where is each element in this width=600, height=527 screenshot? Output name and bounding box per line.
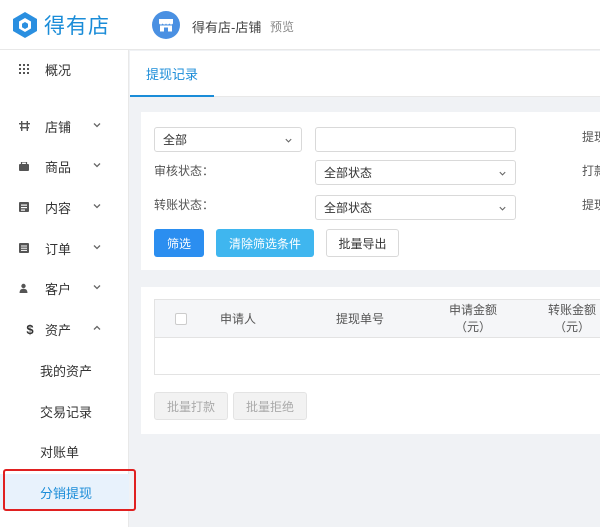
batch-pay-button[interactable]: 批量打款 xyxy=(154,392,228,420)
column-label: 转账金额 xyxy=(547,303,596,317)
withdraw-label-2: 提现 xyxy=(582,198,600,212)
chevron-down-icon xyxy=(499,206,506,211)
type-select-value: 全部 xyxy=(163,133,188,147)
column-withdraw-no: 提现单号 xyxy=(325,300,395,338)
audit-status-select[interactable]: 全部状态 xyxy=(315,160,516,185)
sidebar: 概况 店铺 商品 内容 订单 客户 $ 资产 我的资产 交易记录 对账单 分销提… xyxy=(0,50,129,527)
sidebar-item-shop[interactable]: 店铺 xyxy=(0,108,129,144)
sidebar-subitem-distribution-withdraw[interactable]: 分销提现 xyxy=(0,474,129,510)
column-label: 申请人 xyxy=(219,311,256,326)
content-icon xyxy=(0,202,41,212)
audit-status-label: 审核状态： xyxy=(154,164,215,178)
withdraw-table: 申请人 提现单号 申请金额 （元） 转账金额 （元） xyxy=(154,299,600,375)
clear-filters-button[interactable]: 清除筛选条件 xyxy=(216,229,314,257)
order-icon xyxy=(0,243,41,253)
sidebar-item-order[interactable]: 订单 xyxy=(0,230,129,266)
transfer-status-select[interactable]: 全部状态 xyxy=(315,195,516,220)
chevron-down-icon xyxy=(93,204,101,209)
column-transfer-amount: 转账金额 （元） xyxy=(537,300,600,338)
withdraw-table-panel: 申请人 提现单号 申请金额 （元） 转账金额 （元） 批量打款 批量拒绝 xyxy=(141,287,600,434)
preview-link[interactable]: 预览 xyxy=(270,18,294,35)
chevron-down-icon xyxy=(285,138,292,143)
batch-reject-button[interactable]: 批量拒绝 xyxy=(233,392,307,420)
sidebar-subitem-statements[interactable]: 对账单 xyxy=(0,433,129,469)
filter-button[interactable]: 筛选 xyxy=(154,229,204,257)
sidebar-item-label: 店铺 xyxy=(45,119,72,135)
transfer-status-value: 全部状态 xyxy=(324,201,373,215)
filter-panel: 全部 提现 审核状态： 全部状态 打款 转账状态： 全部状态 提现 筛选 清除筛… xyxy=(141,112,600,270)
batch-export-button[interactable]: 批量导出 xyxy=(326,229,399,257)
sidebar-item-label: 订单 xyxy=(45,241,72,257)
top-bar: 得有店 得有店-店铺 预览 xyxy=(0,0,600,50)
tab-bar: 提现记录 xyxy=(130,51,600,97)
column-applicant: 申请人 xyxy=(207,300,269,338)
dollar-icon: $ xyxy=(26,321,34,337)
select-all-checkbox[interactable] xyxy=(175,313,187,325)
chevron-down-icon xyxy=(93,163,101,168)
sidebar-item-assets[interactable]: $ 资产 xyxy=(0,311,129,347)
logo-icon xyxy=(13,12,37,38)
column-unit: （元） xyxy=(454,320,491,334)
grid-icon xyxy=(0,64,41,74)
logo-text: 得有店 xyxy=(44,15,110,38)
sidebar-subitem-my-assets[interactable]: 我的资产 xyxy=(0,352,129,388)
shop-name[interactable]: 得有店-店铺 xyxy=(192,17,261,36)
sidebar-item-label: 客户 xyxy=(45,281,72,297)
chevron-down-icon xyxy=(93,123,101,128)
column-label: 申请金额 xyxy=(448,303,497,317)
sidebar-item-label: 资产 xyxy=(45,322,72,338)
sidebar-item-goods[interactable]: 商品 xyxy=(0,148,129,184)
sidebar-item-label: 概况 xyxy=(45,62,72,78)
chevron-down-icon xyxy=(93,245,101,250)
chevron-down-icon xyxy=(499,171,506,176)
keyword-input[interactable] xyxy=(315,127,516,152)
shop-icon xyxy=(0,121,41,131)
store-icon xyxy=(159,19,173,32)
transfer-status-label: 转账状态： xyxy=(154,198,215,212)
sidebar-subitem-transactions[interactable]: 交易记录 xyxy=(0,393,129,429)
table-header: 申请人 提现单号 申请金额 （元） 转账金额 （元） xyxy=(155,300,600,338)
app-logo[interactable]: 得有店 xyxy=(12,10,110,40)
type-select[interactable]: 全部 xyxy=(154,127,302,152)
column-unit: （元） xyxy=(553,320,590,334)
sidebar-item-label: 内容 xyxy=(45,200,72,216)
sidebar-item-overview[interactable]: 概况 xyxy=(0,51,129,87)
chevron-down-icon xyxy=(93,285,101,290)
column-label: 提现单号 xyxy=(335,311,384,326)
audit-status-value: 全部状态 xyxy=(324,166,373,180)
payment-label: 打款 xyxy=(582,164,600,178)
column-apply-amount: 申请金额 （元） xyxy=(438,300,508,338)
withdraw-label-1: 提现 xyxy=(582,130,600,144)
goods-icon xyxy=(0,161,41,171)
shop-avatar[interactable] xyxy=(152,11,180,39)
tab-withdraw-records[interactable]: 提现记录 xyxy=(130,51,215,97)
sidebar-item-content[interactable]: 内容 xyxy=(0,189,129,225)
sidebar-item-customer[interactable]: 客户 xyxy=(0,270,129,306)
chevron-up-icon xyxy=(93,325,101,330)
customer-icon xyxy=(0,283,41,293)
sidebar-item-label: 商品 xyxy=(45,159,72,175)
